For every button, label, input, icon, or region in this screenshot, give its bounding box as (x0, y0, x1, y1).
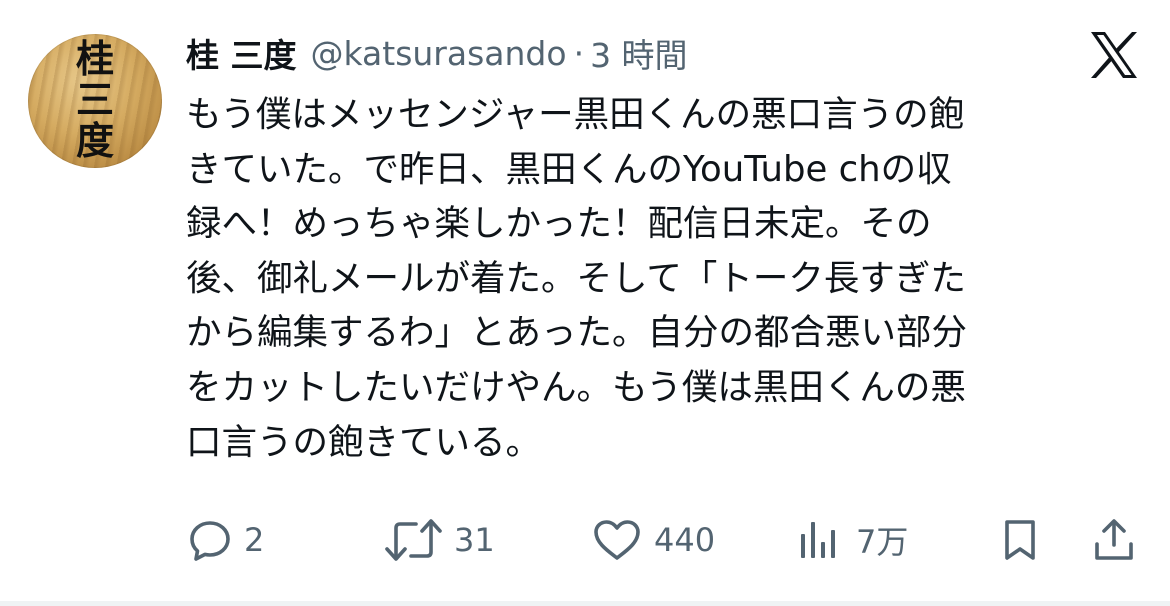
tweet-text-line-5: から編集するわ」とあった。自分の都合悪い部分 (186, 312, 968, 354)
avatar-char-1: 桂 (75, 36, 114, 81)
tweet-text-line-7: 口言うの飽きている。 (186, 421, 542, 463)
author-handle[interactable]: @katsurasando (311, 34, 567, 73)
reply-icon (188, 518, 232, 562)
retweet-icon (384, 518, 444, 562)
tweet-text-line-3: 録へ！めっちゃ楽しかった！配信日未定。その (186, 203, 932, 245)
tweet-header: 桂 三度 @katsurasando · 3 時間 (186, 28, 688, 78)
x-logo-icon[interactable] (1088, 30, 1140, 80)
views-button[interactable]: 7万 (798, 512, 908, 568)
separator-dot: · (573, 33, 585, 73)
views-bar-chart-icon (798, 518, 838, 562)
views-count: 7万 (856, 523, 909, 561)
retweet-button[interactable]: 31 (384, 512, 495, 568)
avatar[interactable]: 桂 三 度 (28, 34, 162, 168)
tweet-card[interactable]: 桂 三 度 桂 三度 @katsurasando · 3 時間 もう僕はメッセン… (0, 0, 1170, 606)
like-button[interactable]: 440 (592, 512, 715, 568)
avatar-char-2: 三 (75, 77, 114, 122)
bookmark-icon (998, 518, 1042, 562)
tweet-text-line-2: きていた。で昨日、黒田くんのYouTube chの収 (186, 148, 952, 190)
tweet-text: もう僕はメッセンジャー黒田くんの悪口言うの飽 きていた。で昨日、黒田くんのYou… (186, 88, 1116, 470)
reply-count: 2 (244, 521, 265, 559)
tweet-text-line-1: もう僕はメッセンジャー黒田くんの悪口言うの飽 (186, 94, 965, 135)
avatar-char-3: 度 (75, 118, 114, 163)
bookmark-button[interactable] (998, 512, 1042, 568)
avatar-lettering: 桂 三 度 (66, 38, 124, 161)
like-count: 440 (654, 521, 716, 559)
tweet-text-line-4: 後、御礼メールが着た。そして「トーク長すぎた (186, 257, 966, 299)
tweet-text-line-6: をカットしたいだけやん。もう僕は黒田くんの悪 (186, 366, 966, 408)
bottom-divider (0, 601, 1170, 606)
author-name[interactable]: 桂 三度 (186, 29, 297, 77)
reply-button[interactable]: 2 (188, 512, 264, 568)
action-bar: 2 31 440 7万 (0, 512, 1170, 568)
timestamp[interactable]: 3 時間 (590, 29, 688, 77)
retweet-count: 31 (454, 521, 495, 559)
heart-icon (592, 518, 642, 562)
share-button[interactable] (1092, 512, 1136, 568)
share-icon (1092, 518, 1136, 562)
